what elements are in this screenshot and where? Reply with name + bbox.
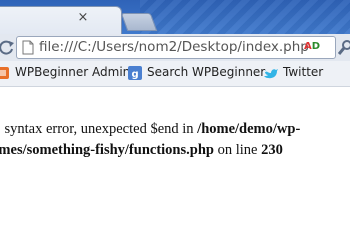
error-path-cont: emes/something-fishy/functions.php — [0, 142, 214, 158]
bookmark-label: WPBeginner Admin — [15, 65, 131, 79]
wpbeginner-favicon — [0, 67, 9, 79]
adblock-label-a: A — [304, 41, 312, 52]
error-line-number: 230 — [261, 142, 283, 158]
bookmark-label: Twitter — [283, 65, 324, 79]
adblock-label-d: D — [311, 41, 321, 52]
page-content: r: syntax error, unexpected $end in /hom… — [0, 87, 350, 206]
php-error-message: r: syntax error, unexpected $end in /hom… — [0, 119, 350, 161]
error-path: /home/demo/wp- — [197, 121, 301, 137]
error-text: r: syntax error, unexpected $end in — [0, 121, 198, 137]
tab-close-icon[interactable]: × — [77, 11, 89, 24]
page-icon — [22, 40, 34, 55]
window-frame-texture — [140, 0, 350, 34]
address-bar[interactable]: file:///C:/Users/nom2/Desktop/index.php … — [16, 36, 336, 59]
adblock-icon[interactable]: AD — [304, 41, 320, 52]
bookmark-label: Search WPBeginner — [147, 65, 266, 79]
active-tab[interactable]: × — [0, 6, 122, 34]
tab-strip: × — [0, 0, 350, 34]
google-search-favicon: g — [128, 66, 142, 80]
reload-icon[interactable] — [0, 38, 16, 56]
bookmarks-bar: WPBeginner Admin g Search WPBeginner Twi… — [0, 61, 350, 87]
svg-text:g: g — [132, 69, 139, 80]
new-tab-button[interactable] — [120, 13, 158, 31]
twitter-bird-icon — [264, 69, 278, 79]
error-text-mid: on line — [213, 142, 262, 158]
browser-toolbar: file:///C:/Users/nom2/Desktop/index.php … — [0, 34, 350, 62]
url-text[interactable]: file:///C:/Users/nom2/Desktop/index.php — [39, 39, 309, 55]
wrench-icon[interactable] — [338, 39, 350, 55]
